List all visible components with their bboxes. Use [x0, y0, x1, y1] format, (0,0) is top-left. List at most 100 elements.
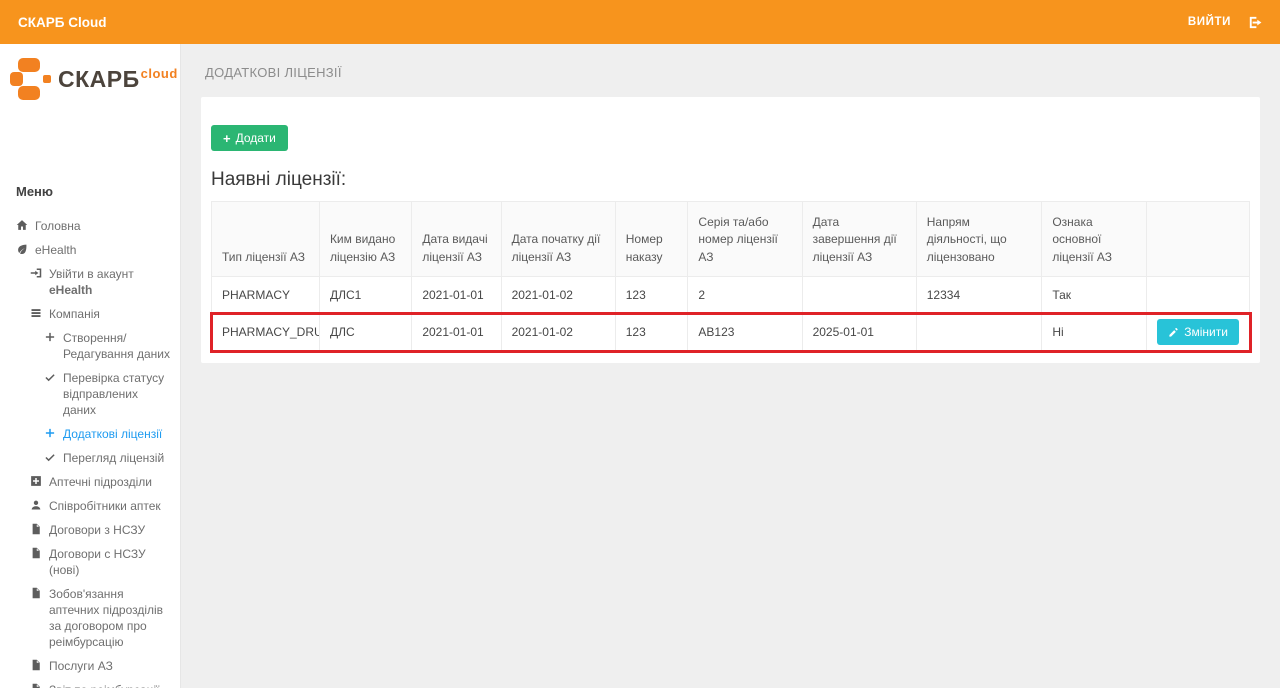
- sidebar-item-9[interactable]: Співробітники аптек: [0, 498, 180, 514]
- table-cell: Змінити: [1147, 314, 1250, 351]
- sidebar-item-10[interactable]: Договори з НСЗУ: [0, 522, 180, 538]
- table-row: PHARMACYДЛС12021-01-012021-01-021232 1233…: [212, 277, 1250, 314]
- sidebar-item-5[interactable]: Перевірка статусу відправлених даних: [0, 370, 180, 418]
- sidebar: СКАРБcloud Меню Головна eHealth Увійти в а…: [0, 44, 181, 688]
- file-icon: [30, 659, 43, 672]
- column-header: Ким видано ліцензію АЗ: [319, 202, 411, 277]
- table-cell: PHARMACY_DRUGS: [212, 314, 320, 351]
- plus-square-icon: [30, 475, 43, 488]
- sidebar-item-1[interactable]: eHealth: [0, 242, 180, 258]
- sidebar-item-label: Аптечні підрозділи: [49, 474, 152, 490]
- sidebar-item-2[interactable]: Увійти в акаунт eHealth: [0, 266, 180, 298]
- table-cell: 123: [615, 314, 688, 351]
- table-cell: 2021-01-02: [501, 314, 615, 351]
- table-cell: ДЛС1: [319, 277, 411, 314]
- table-cell: [1147, 277, 1250, 314]
- sidebar-item-label: Увійти в акаунт eHealth: [49, 266, 174, 298]
- file-icon: [30, 523, 43, 536]
- pencil-icon: [1168, 327, 1179, 338]
- table-cell: [802, 277, 916, 314]
- sidebar-item-label: Співробітники аптек: [49, 498, 161, 514]
- sidebar-item-label: eHealth: [35, 242, 76, 258]
- sidebar-item-label: Зобов'язання аптечних підрозділів за дог…: [49, 586, 174, 650]
- leaf-icon: [16, 243, 29, 256]
- file-icon: [30, 683, 43, 688]
- sidebar-item-label: Перегляд ліцензій: [63, 450, 164, 466]
- sidebar-item-13[interactable]: Послуги АЗ: [0, 658, 180, 674]
- column-header: Дата видачі ліцензії АЗ: [412, 202, 501, 277]
- table-cell: АВ123: [688, 314, 802, 351]
- column-header: Напрям діяльності, що ліцензовано: [916, 202, 1042, 277]
- sidebar-item-label: Створення/Редагування даних: [63, 330, 174, 362]
- sidebar-item-label: Головна: [35, 218, 81, 234]
- sidebar-item-3[interactable]: Компанія: [0, 306, 180, 322]
- top-navbar: СКАРБ Cloud ВИЙТИ: [0, 0, 1280, 44]
- column-header: Номер наказу: [615, 202, 688, 277]
- table-cell: 2: [688, 277, 802, 314]
- sidebar-item-12[interactable]: Зобов'язання аптечних підрозділів за дог…: [0, 586, 180, 650]
- edit-button[interactable]: Змінити: [1157, 319, 1239, 345]
- table-cell: 2021-01-01: [412, 314, 501, 351]
- navbar-brand[interactable]: СКАРБ Cloud: [18, 15, 106, 30]
- sidebar-item-0[interactable]: Головна: [0, 218, 180, 234]
- logo-text: СКАРБcloud: [58, 66, 178, 93]
- page-title: ДОДАТКОВІ ЛІЦЕНЗІЇ: [181, 44, 1280, 97]
- plus-icon: [44, 427, 57, 440]
- table-cell: 2021-01-02: [501, 277, 615, 314]
- column-header: Ознака основної ліцензії АЗ: [1042, 202, 1147, 277]
- sidebar-item-label: Договори з НСЗУ: [49, 522, 145, 538]
- navbar-right: ВИЙТИ: [1188, 15, 1262, 30]
- sidebar-item-14[interactable]: Звіт по реімбурсації: [0, 682, 180, 688]
- licenses-card: + Додати Наявні ліцензії: Тип ліцензії А…: [201, 97, 1260, 363]
- table-cell: Так: [1042, 277, 1147, 314]
- column-header: Тип ліцензії АЗ: [212, 202, 320, 277]
- table-cell: [916, 314, 1042, 351]
- plus-icon: +: [223, 133, 231, 144]
- file-icon: [30, 547, 43, 560]
- sidebar-item-6[interactable]: Додаткові ліцензії: [0, 426, 180, 442]
- column-header: Дата початку дії ліцензії АЗ: [501, 202, 615, 277]
- column-header: Дата завершення дії ліцензії АЗ: [802, 202, 916, 277]
- sidebar-item-11[interactable]: Договори с НСЗУ (нові): [0, 546, 180, 578]
- column-header: [1147, 202, 1250, 277]
- sidebar-item-8[interactable]: Аптечні підрозділи: [0, 474, 180, 490]
- section-heading: Наявні ліцензії:: [211, 169, 1250, 191]
- sign-in-icon: [30, 267, 43, 280]
- file-icon: [30, 587, 43, 600]
- check-icon: [44, 371, 57, 384]
- sidebar-item-4[interactable]: Створення/Редагування даних: [0, 330, 180, 362]
- sidebar-item-label: Договори с НСЗУ (нові): [49, 546, 174, 578]
- main-content: ДОДАТКОВІ ЛІЦЕНЗІЇ + Додати Наявні ліцен…: [181, 44, 1280, 688]
- table-cell: ДЛС: [319, 314, 411, 351]
- logo-cloud-label: cloud: [141, 66, 178, 81]
- table-cell: PHARMACY: [212, 277, 320, 314]
- sidebar-item-label: Послуги АЗ: [49, 658, 113, 674]
- table-cell: 2021-01-01: [412, 277, 501, 314]
- sidebar-item-label: Звіт по реімбурсації: [49, 682, 159, 688]
- stack-icon: [30, 307, 43, 320]
- table-cell: Ні: [1042, 314, 1147, 351]
- menu-heading: Меню: [0, 184, 180, 199]
- table-cell: 2025-01-01: [802, 314, 916, 351]
- sidebar-item-label: Перевірка статусу відправлених даних: [63, 370, 174, 418]
- sidebar-item-7[interactable]: Перегляд ліцензій: [0, 450, 180, 466]
- licenses-table: Тип ліцензії АЗКим видано ліцензію АЗДат…: [211, 201, 1250, 351]
- logo-icon: [10, 58, 51, 100]
- check-icon: [44, 451, 57, 464]
- app-logo[interactable]: СКАРБcloud: [0, 44, 180, 100]
- sidebar-item-label: Компанія: [49, 306, 100, 322]
- logout-button[interactable]: ВИЙТИ: [1188, 16, 1231, 28]
- edit-button-label: Змінити: [1184, 325, 1228, 339]
- add-button[interactable]: + Додати: [211, 125, 288, 151]
- sidebar-menu: Головна eHealth Увійти в акаунт eHealth Ком…: [0, 218, 180, 688]
- table-cell: 12334: [916, 277, 1042, 314]
- home-icon: [16, 219, 29, 232]
- table-header-row: Тип ліцензії АЗКим видано ліцензію АЗДат…: [212, 202, 1250, 277]
- column-header: Серія та/або номер ліцензії АЗ: [688, 202, 802, 277]
- plus-icon: [44, 331, 57, 344]
- user-icon: [30, 499, 43, 512]
- sign-out-icon[interactable]: [1247, 15, 1262, 30]
- table-cell: 123: [615, 277, 688, 314]
- table-row-highlighted: PHARMACY_DRUGSДЛС2021-01-012021-01-02123…: [212, 314, 1250, 351]
- sidebar-item-label: Додаткові ліцензії: [63, 426, 162, 442]
